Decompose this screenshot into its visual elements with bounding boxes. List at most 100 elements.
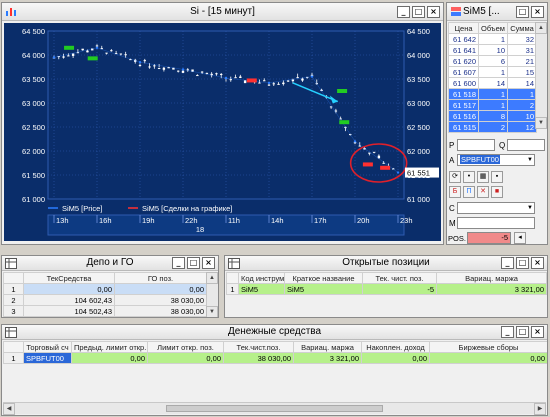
chevron-down-icon[interactable]: ▼ (527, 155, 533, 165)
money-col-margin[interactable]: Вариац. маржа (293, 341, 362, 353)
money-col-limit[interactable]: Лимит откр. поз. (147, 341, 224, 353)
money-scroll-left[interactable]: ◀ (3, 403, 15, 415)
position-action-icon[interactable]: ◂ (514, 232, 526, 244)
pos-col-name[interactable]: Краткое название (284, 272, 363, 284)
ob-scroll-up[interactable]: ▲ (535, 22, 547, 34)
cancel-order-icon[interactable]: ✕ (477, 186, 489, 198)
ob-col-price[interactable]: Цена (448, 22, 479, 34)
settings-icon[interactable]: • (463, 171, 475, 183)
pos-col-code[interactable]: Код инструм (238, 272, 285, 284)
ob-scroll-down[interactable]: ▼ (535, 117, 547, 129)
depo-col-cash[interactable]: ТекСредства (23, 272, 115, 284)
ob-buy-row[interactable]: 61 517 1 2 (448, 99, 537, 111)
ob-sell-row[interactable]: 61 607 1 15 (448, 66, 537, 78)
positions-table[interactable]: Код инструм Краткое название Тек. чист. … (226, 272, 547, 295)
price-chart[interactable]: 64 500 64 500 64 000 64 000 63 500 63 500 63 0… (4, 23, 441, 241)
depo-maximize-button[interactable]: □ (187, 257, 200, 269)
ob-col-sum[interactable]: Сумма (507, 22, 537, 34)
money-hscrollbar[interactable]: ◀ ▶ (3, 402, 546, 415)
buy-trade-marker[interactable] (337, 89, 348, 93)
chart-plot-area[interactable]: 64 500 64 500 64 000 64 000 63 500 63 500 63 0… (4, 23, 441, 241)
money-table[interactable]: Торговый сч Предыд. лимит откр. поз. Лим… (3, 341, 547, 364)
grid-icon[interactable]: ▦ (477, 171, 489, 183)
depo-col-go[interactable]: ГО поз. (114, 272, 207, 284)
buy-icon[interactable]: Б (449, 186, 461, 198)
money-scroll-thumb[interactable] (165, 405, 384, 412)
money-close-button[interactable]: × (531, 326, 544, 338)
pos-col-margin[interactable]: Вариац. маржа (436, 272, 547, 284)
order-book-titlebar[interactable]: SiM5 [... □ × (447, 3, 547, 21)
positions-maximize-button[interactable]: □ (516, 257, 529, 269)
chart-titlebar[interactable]: Si - [15 минут] _ □ × (2, 3, 443, 21)
money-col-account[interactable]: Торговый сч (23, 341, 72, 353)
depo-scroll-up[interactable]: ▲ (206, 272, 218, 284)
sell-trade-marker[interactable] (246, 78, 257, 83)
maximize-button[interactable]: □ (412, 6, 425, 18)
series-point[interactable] (181, 68, 185, 71)
series-point[interactable] (267, 81, 271, 85)
series-point[interactable] (138, 61, 142, 64)
series-point[interactable] (353, 140, 357, 143)
ob-buy-row[interactable]: 61 515 2 12 (448, 121, 537, 133)
ob-maximize-button[interactable]: □ (516, 6, 529, 18)
ob-sell-row[interactable]: 61 620 6 21 (448, 55, 537, 67)
depo-row[interactable]: 1 0,00 0,00 (3, 283, 207, 295)
money-minimize-button[interactable]: _ (501, 326, 514, 338)
stop-order-icon[interactable]: ■ (491, 186, 503, 198)
depo-row[interactable]: 3 104 502,43 38 030,00 (3, 305, 207, 317)
ob-buy-row[interactable]: 61 516 8 10 (448, 110, 537, 122)
money-scroll-right[interactable]: ▶ (534, 403, 546, 415)
ob-close-button[interactable]: × (531, 6, 544, 18)
pos-col-net[interactable]: Тек. чист. поз. (362, 272, 437, 284)
series-point[interactable] (396, 171, 400, 174)
positions-minimize-button[interactable]: _ (501, 257, 514, 269)
price-input[interactable] (457, 139, 495, 151)
ob-scrollbar[interactable]: ▲ ▼ (535, 22, 547, 129)
ob-sell-row[interactable]: 61 642 1 32 (448, 33, 537, 45)
chevron-down-icon[interactable]: ▼ (527, 203, 533, 213)
money-col-net[interactable]: Тек.чист.поз. (223, 341, 294, 353)
depo-titlebar[interactable]: Депо и ГО _ □ × (2, 256, 218, 271)
depo-scrollbar[interactable]: ▲ ▼ (206, 272, 218, 317)
ob-col-volume[interactable]: Объем (478, 22, 508, 34)
money-row[interactable]: 1 SPBFUT00 0,00 0,00 38 030,00 3 321,00 0,00 0,… (3, 352, 547, 364)
ob-sell-row[interactable]: 61 600 14 14 (448, 77, 537, 89)
sell-trade-marker[interactable] (380, 165, 391, 170)
money-cell: 38 030,00 (223, 352, 294, 364)
depo-close-button[interactable]: × (202, 257, 215, 269)
money-col-income[interactable]: Накоплен. доход (361, 341, 430, 353)
buy-trade-marker[interactable] (87, 56, 98, 61)
money-maximize-button[interactable]: □ (516, 326, 529, 338)
series-point[interactable] (310, 75, 314, 78)
ob-buy-row[interactable]: 61 518 1 1 (448, 88, 537, 100)
close-button[interactable]: × (427, 6, 440, 18)
series-point[interactable] (52, 56, 56, 59)
money-col-prev-limit[interactable]: Предыд. лимит откр. поз. (71, 341, 148, 353)
client-select[interactable]: ▼ (457, 202, 535, 214)
ob-sell-row[interactable]: 61 641 10 31 (448, 44, 537, 56)
refresh-icon[interactable]: ⟳ (449, 171, 461, 183)
qty-label: Q (499, 141, 506, 150)
buy-trade-marker[interactable] (339, 120, 350, 125)
positions-close-button[interactable]: × (531, 257, 544, 269)
depo-minimize-button[interactable]: _ (172, 257, 185, 269)
bookmark-icon[interactable]: ▪ (491, 171, 503, 183)
depo-table[interactable]: ТекСредства ГО поз. 1 0,00 0,00 2 104 602,43… (3, 272, 207, 317)
minimize-button[interactable]: _ (397, 6, 410, 18)
sell-trade-marker[interactable] (362, 162, 373, 167)
qty-input[interactable] (507, 139, 545, 151)
buy-trade-marker[interactable] (64, 45, 75, 50)
depo-row[interactable]: 2 104 602,43 38 030,00 (3, 294, 207, 306)
money-col-fees[interactable]: Биржевые сборы (429, 341, 547, 353)
positions-titlebar[interactable]: Открытые позиции _ □ × (225, 256, 547, 271)
depo-scroll-down[interactable]: ▼ (206, 306, 218, 317)
series-point[interactable] (95, 46, 99, 49)
m-input[interactable] (457, 217, 535, 229)
series-point[interactable] (224, 76, 228, 80)
order-book-table[interactable]: Цена Объем Сумма 61 642 1 32 61 641 10 31 61 6… (448, 22, 537, 133)
position-row[interactable]: 1 SiM5 SiM5 -5 3 321,00 (226, 283, 547, 295)
account-select[interactable]: SPBFUT00 ▼ (457, 154, 535, 166)
money-titlebar[interactable]: Денежные средства _ □ × (2, 325, 547, 340)
sell-icon[interactable]: П (463, 186, 475, 198)
candle-body (181, 70, 185, 73)
